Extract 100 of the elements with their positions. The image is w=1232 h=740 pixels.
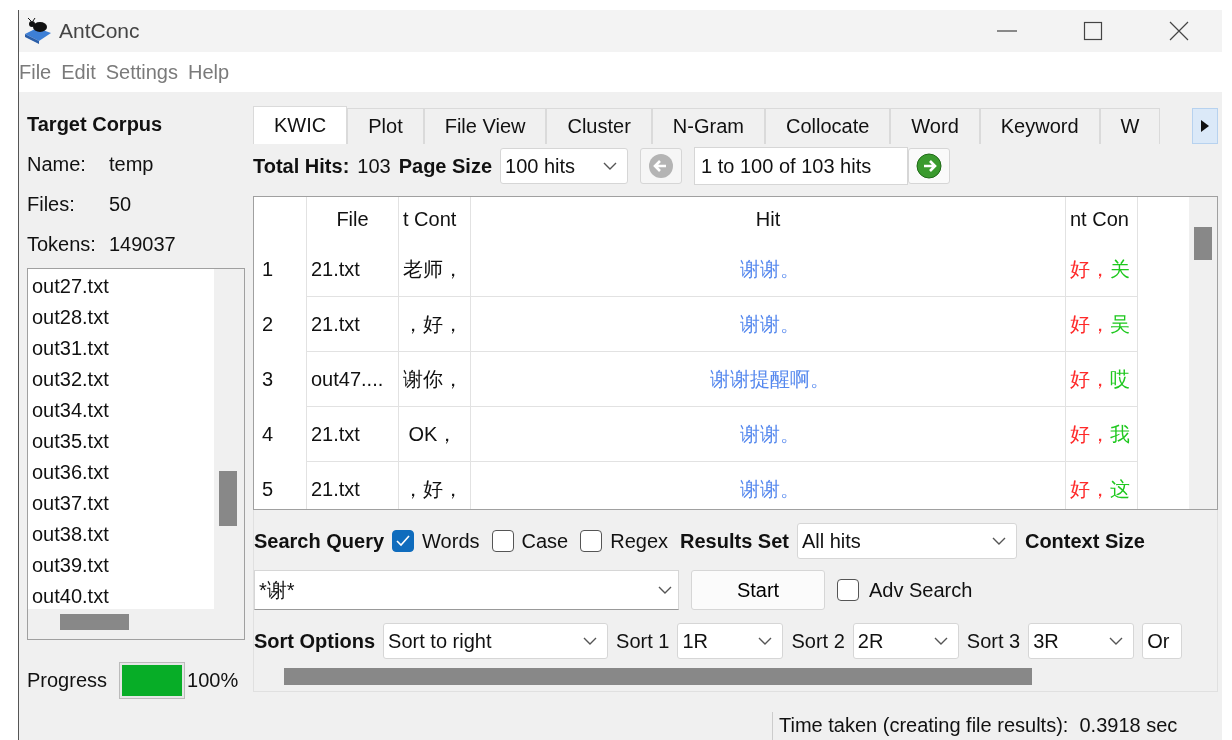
caret-icon [658,586,672,594]
menu-item[interactable]: Settings [105,60,178,84]
column-header[interactable]: File [306,197,398,242]
page-size-label: Page Size [398,154,493,178]
menu-item[interactable]: Edit [61,60,96,84]
scrollbar-thumb[interactable] [60,614,129,630]
checkbox[interactable] [580,530,603,552]
window-title: AntConc [59,19,141,43]
triangle-right-icon [1200,119,1210,133]
sort-level-dropdown[interactable]: 2R [852,623,959,659]
context-size-label: Context Size [1024,529,1145,553]
field-value: 50 [109,192,132,216]
caret-icon [1109,637,1124,645]
column-header[interactable]: Hit [470,197,1065,242]
tab[interactable]: Collocate [764,108,891,144]
tab[interactable]: Keyword [979,108,1100,144]
search-query-label: Search Query [254,529,385,553]
field-label: Tokens: [27,232,97,256]
results-set-label: Results Set [680,529,789,553]
minimize-icon [997,30,1017,32]
context-word: 这 [1110,476,1130,502]
list-item[interactable]: out34.txt [32,395,214,426]
scrollbar-thumb[interactable] [1194,227,1212,260]
results-set-dropdown[interactable]: All hits [796,523,1017,559]
sort-mode-dropdown[interactable]: Sort to right [383,623,609,659]
tab[interactable]: Plot [347,108,424,144]
sort-options-label: Sort Options [254,629,376,653]
table-cell: 谢谢。 [470,297,1065,352]
context-word: 好， [1070,256,1110,282]
row-number: 2 [261,312,275,337]
previous-page-button[interactable] [640,148,683,184]
list-item[interactable]: out28.txt [32,302,214,333]
menu-item[interactable]: Help [187,60,230,84]
tab[interactable]: File View [423,108,547,144]
tab[interactable]: Word [890,108,980,144]
list-item[interactable]: out37.txt [32,488,214,519]
table-cell: 谢谢提醒啊。 [470,352,1065,407]
checkbox-label[interactable]: Words [422,529,480,553]
start-button[interactable]: Start [691,570,825,610]
tab-scroll-button[interactable] [1192,108,1218,144]
tab[interactable]: N-Gram [651,108,765,144]
scrollbar[interactable] [1189,197,1217,509]
tab[interactable]: W [1099,108,1161,144]
column-header[interactable]: t Cont [398,197,470,242]
table-cell: ，好， [398,297,470,352]
table-cell: out47.... [306,352,398,407]
checkbox-label[interactable]: Case [521,529,569,553]
app-logo-icon [23,18,53,44]
context-word: 哎 [1110,366,1130,392]
checkbox[interactable] [392,530,415,552]
checkbox-label[interactable]: Adv Search [869,578,973,602]
field-label: Files: [27,192,76,216]
list-item[interactable]: out27.txt [32,271,214,302]
list-item[interactable]: out39.txt [32,550,214,581]
search-query-combobox[interactable]: *谢* [254,570,679,610]
caret-icon [991,537,1006,545]
row-number: 4 [261,422,275,447]
list-item[interactable]: out31.txt [32,333,214,364]
file-list[interactable]: out27.txt out28.txt out31.txt out32.txt out34.txt out35.txt out36.txt out37.txt out38.txt out39.txt out40.txt [28,269,214,609]
page-range-field: 1 to 100 of 103 hits [694,147,909,185]
maximize-icon [1083,21,1103,41]
sort-level-label: Sort 3 [966,629,1021,653]
checkbox-label[interactable]: Regex [610,529,668,553]
table-cell: OK， [398,407,470,462]
field-value: 149037 [109,232,176,256]
table-cell: 谢谢。 [470,242,1065,297]
checkbox[interactable] [491,530,514,552]
check-icon [395,534,412,548]
context-word: 我 [1110,421,1130,447]
sort-order-dropdown[interactable]: Or [1142,623,1183,659]
row-number: 3 [261,367,275,392]
arrow-left-icon [648,153,675,179]
sort-level-dropdown[interactable]: 3R [1028,623,1135,659]
table-cell: 21.txt [306,462,398,509]
checkbox[interactable] [837,579,859,601]
list-item[interactable]: out40.txt [32,581,214,609]
context-word: 关 [1110,256,1130,282]
arrow-right-icon [916,153,943,179]
context-word: 吴 [1110,311,1130,337]
menu-item[interactable]: File [19,60,52,84]
column-header[interactable]: nt Con [1065,197,1137,242]
close-icon [1169,21,1189,41]
list-item[interactable]: out36.txt [32,457,214,488]
next-page-button[interactable] [908,148,951,184]
list-item[interactable]: out35.txt [32,426,214,457]
list-item[interactable]: out38.txt [32,519,214,550]
scrollbar-thumb[interactable] [284,668,1032,685]
page-size-dropdown[interactable]: 100 hits [500,148,629,184]
caret-icon [758,637,773,645]
total-hits-label: Total Hits: [253,154,350,178]
tab[interactable]: Cluster [546,108,652,144]
scrollbar-thumb[interactable] [219,471,237,526]
sort-level-dropdown[interactable]: 1R [677,623,784,659]
tab[interactable]: KWIC [253,106,348,144]
table-cell: 谢谢。 [470,407,1065,462]
progress-label: Progress [27,668,108,692]
caret-icon [933,637,948,645]
context-word: 好， [1070,476,1110,502]
context-word: 好， [1070,421,1110,447]
list-item[interactable]: out32.txt [32,364,214,395]
